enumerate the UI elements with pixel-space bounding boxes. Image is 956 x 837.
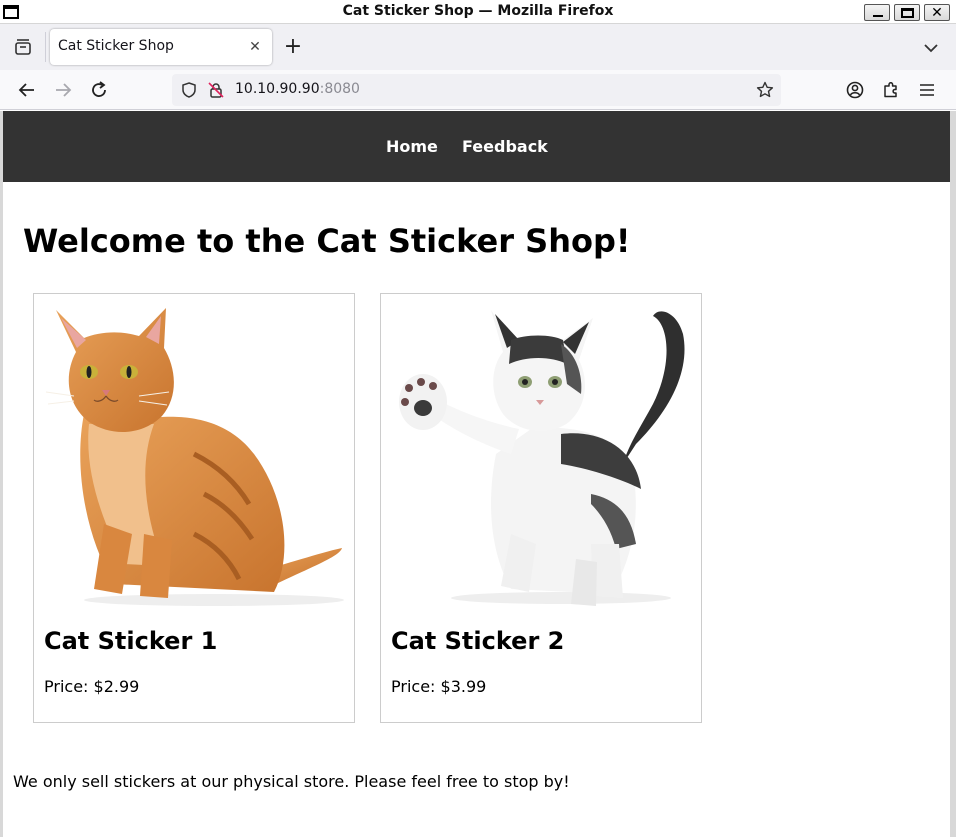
account-icon[interactable] bbox=[844, 79, 866, 101]
arrow-right-icon[interactable] bbox=[50, 77, 76, 103]
tab-cat-sticker-shop[interactable]: Cat Sticker Shop ✕ bbox=[50, 29, 272, 65]
minimize-button[interactable] bbox=[864, 4, 890, 21]
puzzle-icon[interactable] bbox=[880, 79, 902, 101]
shield-icon[interactable] bbox=[180, 81, 198, 99]
product-price: Price: $3.99 bbox=[391, 677, 487, 696]
close-icon: ✕ bbox=[931, 5, 943, 21]
page-title: Welcome to the Cat Sticker Shop! bbox=[23, 222, 631, 260]
page-viewport: Home Feedback Welcome to the Cat Sticker… bbox=[3, 111, 950, 837]
hamburger-menu-icon[interactable] bbox=[916, 79, 938, 101]
minimize-icon bbox=[873, 15, 883, 17]
insecure-lock-icon[interactable] bbox=[207, 81, 225, 99]
tab-divider bbox=[45, 32, 46, 62]
tab-title: Cat Sticker Shop bbox=[58, 38, 174, 54]
url-port: :8080 bbox=[319, 81, 360, 97]
chevron-down-icon[interactable] bbox=[920, 37, 942, 59]
tab-list-icon[interactable] bbox=[10, 34, 36, 60]
nav-link-feedback[interactable]: Feedback bbox=[462, 137, 548, 156]
product-name: Cat Sticker 1 bbox=[44, 627, 218, 655]
close-window-button[interactable]: ✕ bbox=[924, 4, 950, 21]
window-title: Cat Sticker Shop — Mozilla Firefox bbox=[342, 3, 614, 19]
product-price: Price: $2.99 bbox=[44, 677, 140, 696]
product-image-kitten-paw bbox=[391, 304, 691, 606]
maximize-icon bbox=[901, 8, 914, 18]
window-border-right bbox=[950, 111, 956, 837]
maximize-button[interactable] bbox=[894, 4, 920, 21]
tab-strip: Cat Sticker Shop ✕ + bbox=[0, 24, 956, 70]
reload-icon[interactable] bbox=[86, 77, 112, 103]
close-tab-icon[interactable]: ✕ bbox=[246, 38, 264, 56]
star-icon[interactable] bbox=[755, 80, 775, 100]
window-titlebar: Cat Sticker Shop — Mozilla Firefox ✕ bbox=[0, 0, 956, 24]
site-navigation: Home Feedback bbox=[3, 111, 950, 182]
product-name: Cat Sticker 2 bbox=[391, 627, 565, 655]
arrow-left-icon[interactable] bbox=[14, 77, 40, 103]
nav-link-home[interactable]: Home bbox=[386, 137, 438, 156]
product-card: Cat Sticker 1 Price: $2.99 bbox=[33, 293, 355, 723]
url-bar[interactable]: 10.10.90.90:8080 bbox=[172, 74, 781, 106]
url-text[interactable]: 10.10.90.90:8080 bbox=[235, 81, 360, 97]
plus-icon[interactable]: + bbox=[281, 36, 305, 60]
navigation-toolbar: 10.10.90.90:8080 bbox=[0, 70, 956, 110]
url-host: 10.10.90.90 bbox=[235, 81, 320, 97]
product-image-orange-cat bbox=[44, 304, 344, 606]
store-notice: We only sell stickers at our physical st… bbox=[13, 772, 570, 791]
product-card: Cat Sticker 2 Price: $3.99 bbox=[380, 293, 702, 723]
